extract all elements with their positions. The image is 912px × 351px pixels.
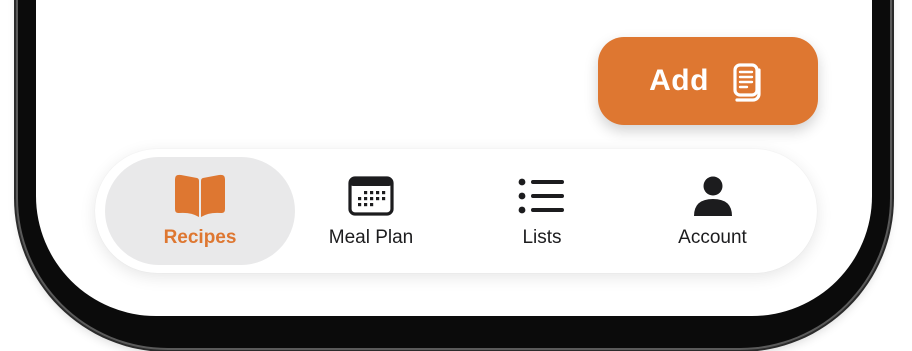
- tab-account-label: Account: [678, 227, 747, 248]
- document-icon: [727, 59, 767, 103]
- tab-lists-label: Lists: [522, 227, 562, 248]
- app-screen: Add Recipes Meal Plan Lists Account: [0, 0, 912, 351]
- tab-bar: Recipes Meal Plan Lists Account: [95, 149, 817, 273]
- add-button[interactable]: Add: [598, 37, 818, 125]
- tab-lists[interactable]: Lists: [467, 157, 617, 265]
- tab-meal-plan-label: Meal Plan: [328, 227, 414, 248]
- calendar-icon: [347, 173, 395, 219]
- book-icon: [171, 173, 229, 219]
- tab-account[interactable]: Account: [635, 157, 790, 265]
- tab-recipes-label: Recipes: [163, 227, 237, 248]
- person-icon: [692, 173, 734, 219]
- list-icon: [517, 173, 567, 219]
- tab-meal-plan[interactable]: Meal Plan: [291, 157, 451, 265]
- tab-recipes[interactable]: Recipes: [105, 157, 295, 265]
- add-button-label: Add: [649, 64, 709, 97]
